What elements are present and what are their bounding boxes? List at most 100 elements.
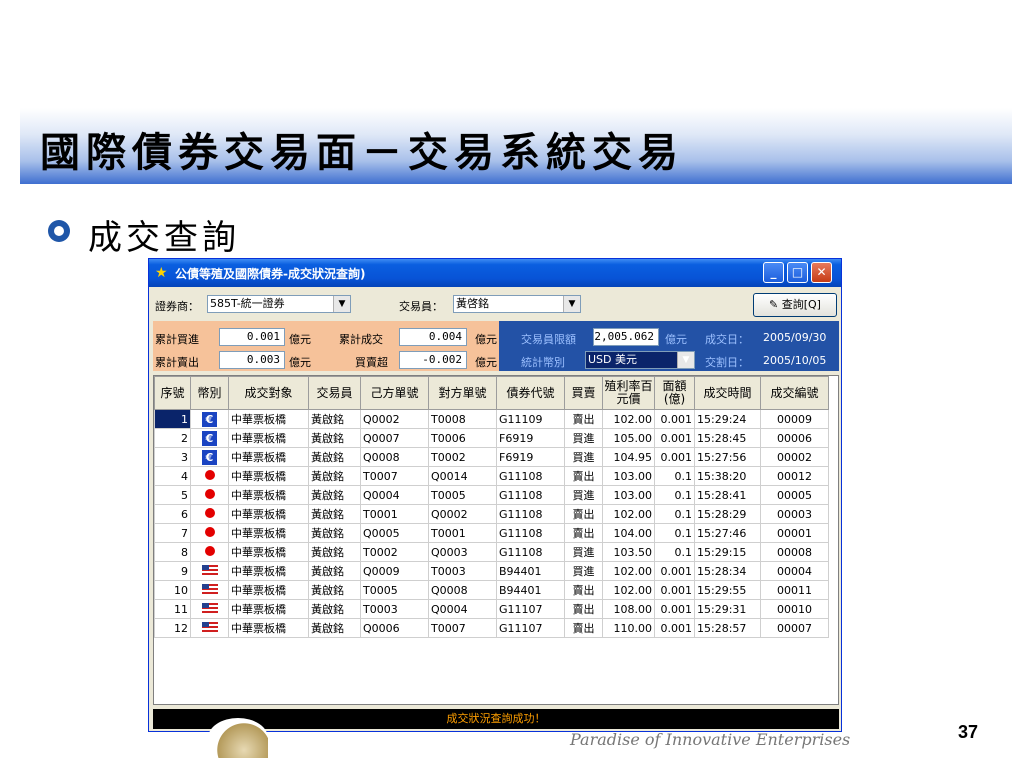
column-header[interactable]: 交易員	[308, 376, 361, 410]
net-field[interactable]: -0.002	[399, 351, 467, 369]
cum-deal-field[interactable]: 0.004	[399, 328, 467, 346]
counterparty-cell: 中華票板橋	[228, 599, 309, 619]
column-header[interactable]: 成交編號	[760, 376, 829, 410]
row-number: 2	[154, 428, 191, 448]
price-cell: 102.00	[602, 580, 655, 600]
price-cell: 103.00	[602, 485, 655, 505]
table-row[interactable]: 5 中華票板橋 黃啟銘 Q0004 T0005 G11108 買進 103.00 0.1 15:2…	[154, 485, 829, 505]
deal-number-cell: 00011	[760, 580, 829, 600]
bond-code-cell: G11107	[496, 599, 565, 619]
bond-code-cell: G11108	[496, 523, 565, 543]
window-title: 公債等殖及國際債券-成交狀況查詢)	[175, 267, 366, 281]
counterparty-cell: 中華票板橋	[228, 428, 309, 448]
page-title: 國際債券交易面－交易系統交易	[40, 129, 684, 176]
broker-select[interactable]: 585T-統一證券 ▼	[207, 295, 351, 313]
price-cell: 102.00	[602, 504, 655, 524]
currency-label: 統計幣別	[521, 356, 565, 369]
side-cell: 買進	[564, 542, 603, 562]
table-row[interactable]: 9 中華票板橋 黃啟銘 Q0009 T0003 B94401 買進 102.00 0.001 15…	[154, 561, 829, 581]
time-cell: 15:28:41	[694, 485, 761, 505]
minimize-button[interactable]: _	[763, 262, 784, 283]
deal-number-cell: 00002	[760, 447, 829, 467]
unit-label: 億元	[289, 333, 311, 346]
own-order-cell: Q0008	[360, 447, 429, 467]
table-row[interactable]: 12 中華票板橋 黃啟銘 Q0006 T0007 G11107 賣出 110.00 0.001 1…	[154, 618, 829, 638]
table-row[interactable]: 8 中華票板橋 黃啟銘 T0002 Q0003 G11108 買進 103.50 0.1 15:2…	[154, 542, 829, 562]
chevron-down-icon[interactable]: ▼	[563, 296, 580, 312]
limit-field: 2,005.062	[593, 328, 659, 346]
japan-flag-icon	[204, 545, 215, 556]
table-row[interactable]: 11 中華票板橋 黃啟銘 T0003 Q0004 G11107 賣出 108.00 0.001 1…	[154, 599, 829, 619]
trader-cell: 黃啟銘	[308, 561, 361, 581]
column-header[interactable]: 序號	[154, 376, 191, 410]
time-cell: 15:29:31	[694, 599, 761, 619]
own-order-cell: Q0005	[360, 523, 429, 543]
table-row[interactable]: 2 € 中華票板橋 黃啟銘 Q0007 T0006 F6919 買進 105.00 0.001 15…	[154, 428, 829, 448]
trader-cell: 黃啟銘	[308, 485, 361, 505]
bond-code-cell: B94401	[496, 561, 565, 581]
time-cell: 15:28:57	[694, 618, 761, 638]
table-row[interactable]: 4 中華票板橋 黃啟銘 T0007 Q0014 G11108 賣出 103.00 0.1 15:3…	[154, 466, 829, 486]
column-header[interactable]: 對方單號	[428, 376, 497, 410]
bond-code-cell: G11108	[496, 466, 565, 486]
table-header: 序號 幣別 成交對象 交易員 己方單號 對方單號 債券代號 買賣 殖利率百元價 面額(億) 成交時間…	[154, 376, 829, 410]
cum-deal-label: 累計成交	[339, 333, 383, 346]
column-header[interactable]: 幣別	[190, 376, 229, 410]
side-cell: 買進	[564, 485, 603, 505]
window-titlebar[interactable]: ★ 公債等殖及國際債券-成交狀況查詢) _ □ ✕	[149, 259, 841, 287]
column-header[interactable]: 成交對象	[228, 376, 309, 410]
trader-cell: 黃啟銘	[308, 428, 361, 448]
trade-table: 序號 幣別 成交對象 交易員 己方單號 對方單號 債券代號 買賣 殖利率百元價 面額(億) 成交時間…	[154, 376, 829, 638]
row-number: 4	[154, 466, 191, 486]
other-order-cell: Q0008	[428, 580, 497, 600]
deal-number-cell: 00012	[760, 466, 829, 486]
counterparty-cell: 中華票板橋	[228, 485, 309, 505]
table-row[interactable]: 3 € 中華票板橋 黃啟銘 Q0008 T0002 F6919 買進 104.95 0.001 15…	[154, 447, 829, 467]
close-button[interactable]: ✕	[811, 262, 832, 283]
cum-buy-field[interactable]: 0.001	[219, 328, 285, 346]
column-header[interactable]: 買賣	[564, 376, 603, 410]
trade-grid[interactable]: 序號 幣別 成交對象 交易員 己方單號 對方單號 債券代號 買賣 殖利率百元價 面額(億) 成交時間…	[153, 375, 839, 705]
column-header[interactable]: 成交時間	[694, 376, 761, 410]
footer-text: Paradise of Innovative Enterprises	[570, 730, 851, 749]
table-row[interactable]: 1 € 中華票板橋 黃啟銘 Q0002 T0008 G11109 賣出 102.00 0.001 1…	[154, 409, 829, 429]
cum-sell-field[interactable]: 0.003	[219, 351, 285, 369]
currency-select[interactable]: USD 美元 ▼	[585, 351, 695, 369]
time-cell: 15:29:24	[694, 409, 761, 429]
us-flag-icon	[201, 583, 218, 594]
trader-cell: 黃啟銘	[308, 580, 361, 600]
counterparty-cell: 中華票板橋	[228, 466, 309, 486]
bond-code-cell: B94401	[496, 580, 565, 600]
table-row[interactable]: 6 中華票板橋 黃啟銘 T0001 Q0002 G11108 賣出 102.00 0.1 15:2…	[154, 504, 829, 524]
chevron-down-icon[interactable]: ▼	[677, 352, 694, 368]
time-cell: 15:28:34	[694, 561, 761, 581]
column-header[interactable]: 己方單號	[360, 376, 429, 410]
currency-cell	[190, 485, 229, 505]
table-row[interactable]: 10 中華票板橋 黃啟銘 T0005 Q0008 B94401 賣出 102.00 0.001 1…	[154, 580, 829, 600]
japan-flag-icon	[204, 488, 215, 499]
net-label: 買賣超	[355, 356, 388, 369]
euro-icon: €	[202, 449, 217, 465]
face-cell: 0.1	[654, 523, 695, 543]
own-order-cell: Q0007	[360, 428, 429, 448]
column-header[interactable]: 殖利率百元價	[602, 376, 655, 410]
query-button[interactable]: ✎ 查詢[Q]	[753, 293, 837, 317]
column-header[interactable]: 債券代號	[496, 376, 565, 410]
deal-number-cell: 00006	[760, 428, 829, 448]
trader-cell: 黃啟銘	[308, 409, 361, 429]
other-order-cell: T0005	[428, 485, 497, 505]
deal-number-cell: 00003	[760, 504, 829, 524]
currency-cell	[190, 523, 229, 543]
deal-date-label: 成交日：	[705, 333, 749, 346]
bond-code-cell: G11109	[496, 409, 565, 429]
maximize-button[interactable]: □	[787, 262, 808, 283]
bond-code-cell: F6919	[496, 447, 565, 467]
chevron-down-icon[interactable]: ▼	[333, 296, 350, 312]
row-number: 10	[154, 580, 191, 600]
table-row[interactable]: 7 中華票板橋 黃啟銘 Q0005 T0001 G11108 賣出 104.00 0.1 15:2…	[154, 523, 829, 543]
deal-number-cell: 00004	[760, 561, 829, 581]
column-header[interactable]: 面額(億)	[654, 376, 695, 410]
time-cell: 15:38:20	[694, 466, 761, 486]
trader-select[interactable]: 黃啓銘 ▼	[453, 295, 581, 313]
side-cell: 賣出	[564, 580, 603, 600]
